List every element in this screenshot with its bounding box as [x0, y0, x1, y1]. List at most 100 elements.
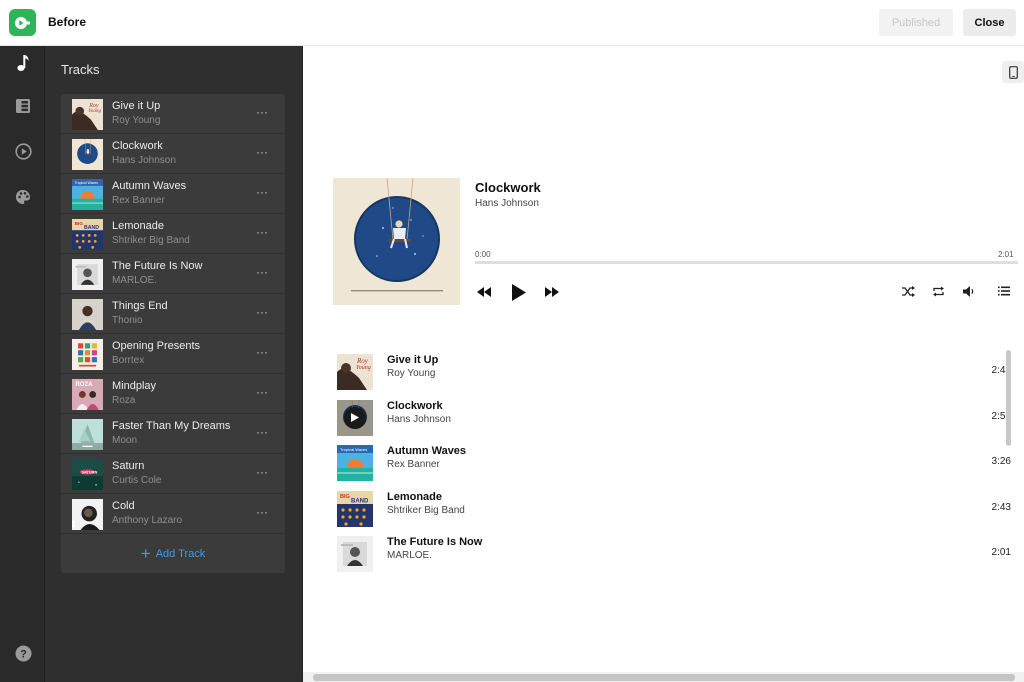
- track-row[interactable]: Roy Young Give it Up Roy Young ···: [61, 94, 285, 134]
- mobile-preview-button[interactable]: [1002, 61, 1024, 83]
- track-artist: Shtriker Big Band: [112, 235, 190, 246]
- track-name: Opening Presents: [112, 340, 201, 352]
- more-options-icon[interactable]: ···: [254, 225, 270, 241]
- playlist-track-name: Give it Up: [387, 354, 439, 366]
- track-row[interactable]: BIG BAND Lemonade Shtriker Big Band ···: [61, 214, 285, 254]
- more-options-icon[interactable]: ···: [254, 505, 270, 521]
- track-artist: Rex Banner: [112, 195, 165, 206]
- track-artist: MARLOE.: [112, 275, 158, 286]
- track-row[interactable]: Tropical Waves Autumn Waves Rex Banner ···: [61, 174, 285, 214]
- music-note-icon[interactable]: [12, 52, 34, 74]
- svg-text:Young: Young: [356, 365, 371, 371]
- help-icon[interactable]: ?: [12, 642, 34, 664]
- track-artist: Hans Johnson: [112, 155, 176, 166]
- more-options-icon[interactable]: ···: [254, 465, 270, 481]
- playlist-item[interactable]: Roy Young Give it Up Roy Young 2:43: [333, 349, 1013, 395]
- volume-button[interactable]: [961, 283, 977, 299]
- panel-title: Tracks: [61, 62, 100, 77]
- track-artwork: [72, 299, 103, 330]
- repeat-icon: [932, 286, 944, 296]
- track-row[interactable]: The Future Is Now MARLOE. ···: [61, 254, 285, 294]
- track-name: Lemonade: [112, 220, 164, 232]
- close-button[interactable]: Close: [963, 9, 1016, 36]
- track-row[interactable]: Cold Anthony Lazaro ···: [61, 494, 285, 534]
- playlist-track-artist: Roy Young: [387, 368, 436, 379]
- track-name: Clockwork: [112, 140, 163, 152]
- track-row[interactable]: Faster Than My Dreams Moon ···: [61, 414, 285, 454]
- playlist-track-name: The Future Is Now: [387, 536, 483, 548]
- track-row[interactable]: SATURN Saturn Curtis Cole ···: [61, 454, 285, 494]
- svg-text:Roy: Roy: [356, 357, 369, 365]
- track-artwork: [72, 259, 103, 290]
- shuffle-button[interactable]: [900, 283, 916, 299]
- page-title: Before: [48, 15, 87, 29]
- rewind-icon: [477, 287, 491, 297]
- fast-forward-button[interactable]: [544, 284, 560, 300]
- more-options-icon[interactable]: ···: [254, 385, 270, 401]
- playlist-artwork: [337, 399, 373, 436]
- palette-icon[interactable]: [12, 186, 34, 208]
- playlist-button[interactable]: [996, 283, 1012, 299]
- playlist-artwork: Roy Young: [337, 354, 373, 390]
- svg-text:BIG: BIG: [340, 494, 350, 500]
- track-list: Roy Young Give it Up Roy Young ··· Clockwork H…: [61, 94, 285, 573]
- repeat-button[interactable]: [930, 283, 946, 299]
- track-row[interactable]: ROZA Mindplay Roza ···: [61, 374, 285, 414]
- horizontal-scrollbar[interactable]: [313, 674, 1015, 681]
- playing-overlay: [337, 399, 373, 436]
- now-playing-cover: [333, 178, 460, 305]
- playlist-item[interactable]: Tropical Waves Autumn Waves Rex Banner 3:26: [333, 440, 1013, 486]
- track-artwork: Tropical Waves: [72, 179, 103, 210]
- plus-icon: +: [140, 543, 151, 563]
- track-artist: Curtis Cole: [112, 475, 162, 486]
- preview-canvas: Clockwork Hans Johnson 0:00 2:01 Roy Youn…: [303, 46, 1024, 682]
- track-artist: Anthony Lazaro: [112, 515, 183, 526]
- svg-text:BAND: BAND: [351, 498, 369, 504]
- track-row[interactable]: Clockwork Hans Johnson ···: [61, 134, 285, 174]
- playlist-artwork: BIG BAND: [337, 490, 373, 527]
- rewind-button[interactable]: [476, 284, 492, 300]
- layout-icon[interactable]: [12, 95, 34, 117]
- svg-text:SATURN: SATURN: [81, 470, 97, 475]
- now-playing-artist: Hans Johnson: [475, 198, 539, 209]
- playlist-item[interactable]: BIG BAND Lemonade Shtriker Big Band 2:43: [333, 486, 1013, 532]
- playlist-track-name: Clockwork: [387, 399, 443, 412]
- play-icon: [512, 283, 526, 301]
- track-artwork: SATURN: [72, 459, 103, 490]
- play-button[interactable]: [508, 281, 530, 303]
- vertical-scrollbar[interactable]: [1006, 350, 1011, 446]
- track-row[interactable]: Opening Presents Borrtex ···: [61, 334, 285, 374]
- now-playing-title: Clockwork: [475, 180, 541, 195]
- track-row[interactable]: Things End Thonio ···: [61, 294, 285, 334]
- track-artist: Roza: [112, 395, 136, 406]
- list-icon: [998, 286, 1010, 296]
- track-artist: Thonio: [112, 315, 143, 326]
- track-artist: Moon: [112, 435, 138, 446]
- track-artwork: BIG BAND: [72, 219, 103, 250]
- more-options-icon[interactable]: ···: [254, 185, 270, 201]
- more-options-icon[interactable]: ···: [254, 105, 270, 121]
- more-options-icon[interactable]: ···: [254, 145, 270, 161]
- app-logo[interactable]: [9, 9, 36, 36]
- track-artist: Borrtex: [112, 355, 145, 366]
- progress-bar[interactable]: [475, 261, 1018, 264]
- playlist-item[interactable]: Clockwork Hans Johnson 2:57: [333, 395, 1013, 441]
- track-name: Mindplay: [112, 380, 157, 392]
- playlist-item[interactable]: The Future Is Now MARLOE. 2:01: [333, 531, 1013, 577]
- svg-text:?: ?: [20, 648, 27, 660]
- playlist-track-artist: MARLOE.: [387, 550, 433, 561]
- svg-text:BAND: BAND: [84, 225, 99, 231]
- playlist-track-duration: 2:01: [991, 547, 1011, 558]
- track-artwork: [72, 499, 103, 530]
- published-button[interactable]: Published: [879, 9, 953, 36]
- play-circle-icon[interactable]: [12, 140, 34, 162]
- more-options-icon[interactable]: ···: [254, 425, 270, 441]
- add-track-button[interactable]: + Add Track: [61, 534, 285, 573]
- more-options-icon[interactable]: ···: [254, 265, 270, 281]
- tracks-panel: Tracks Roy Young Give it Up Roy Young ··· Clo…: [45, 46, 303, 682]
- volume-icon: [963, 285, 974, 297]
- more-options-icon[interactable]: ···: [254, 345, 270, 361]
- more-options-icon[interactable]: ···: [254, 305, 270, 321]
- mobile-device-icon: [1008, 65, 1018, 79]
- svg-text:Tropical Waves: Tropical Waves: [75, 181, 99, 185]
